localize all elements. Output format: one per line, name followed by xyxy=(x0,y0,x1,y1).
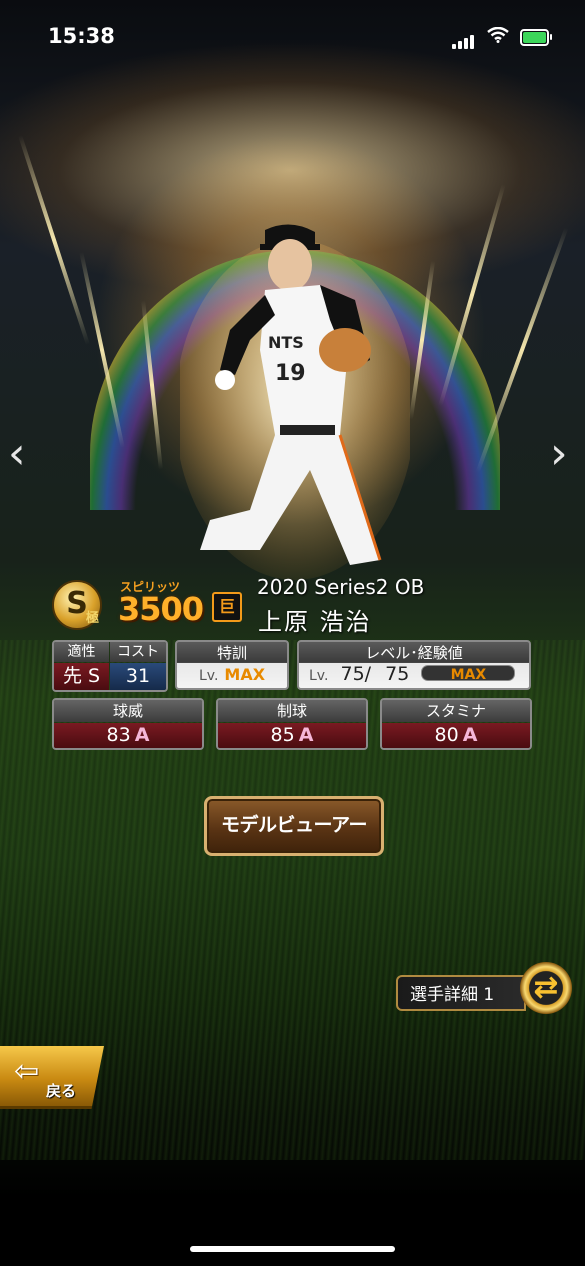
level-box: レベル･経験値 Lv. 75/ 75 MAX xyxy=(297,640,531,690)
player-detail-button[interactable]: 選手詳細 1 xyxy=(396,975,526,1011)
svg-text:19: 19 xyxy=(275,361,306,386)
svg-text:NTS: NTS xyxy=(268,333,304,352)
status-bar: 15:38 xyxy=(0,22,585,54)
stat-label: スタミナ xyxy=(382,700,530,722)
wifi-icon xyxy=(487,27,509,43)
cost-value: 31 xyxy=(110,663,166,690)
stat-velocity: 球威 83 A xyxy=(52,698,204,750)
series-label: 2020 Series2 OB xyxy=(257,575,425,599)
aptitude-label: 適性 xyxy=(54,642,109,662)
training-value: Lv. MAX xyxy=(177,660,287,688)
signal-icon xyxy=(452,30,476,49)
stat-value: 85 xyxy=(270,724,295,746)
level-current: 75/ xyxy=(340,663,372,685)
stat-grade: A xyxy=(462,724,478,746)
player-image: 19 NTS xyxy=(180,224,410,580)
exp-bar: MAX xyxy=(421,664,516,683)
rank-label: 極 xyxy=(86,611,100,626)
aptitude-cost-box: 適性 コスト 先 S 31 xyxy=(52,640,168,692)
stat-value: 80 xyxy=(434,724,459,746)
aptitude-value: 先 S xyxy=(54,663,109,690)
stat-label: 制球 xyxy=(218,700,366,722)
stat-grade: A xyxy=(134,724,150,746)
training-max: MAX xyxy=(224,665,266,684)
back-label: 戻る xyxy=(46,1082,77,1100)
exp-max: MAX xyxy=(450,666,487,683)
level-max: 75 xyxy=(385,663,410,685)
model-viewer-button[interactable]: モデルビューアー xyxy=(204,796,384,856)
level-lv-prefix: Lv. xyxy=(309,668,329,684)
stat-value: 83 xyxy=(106,724,131,746)
stat-grade: A xyxy=(298,724,314,746)
stat-control: 制球 85 A xyxy=(216,698,368,750)
previous-arrow-icon[interactable]: ‹ xyxy=(8,428,26,479)
player-name: 上原 浩治 xyxy=(258,608,372,636)
swap-icon[interactable]: ⇄ xyxy=(520,962,572,1014)
battery-icon xyxy=(520,29,552,46)
status-time: 15:38 xyxy=(48,24,115,48)
back-button[interactable]: ⇦ 戻る xyxy=(0,1046,104,1109)
level-value: Lv. 75/ 75 MAX xyxy=(299,660,529,688)
back-arrow-icon: ⇦ xyxy=(14,1054,40,1089)
cost-label: コスト xyxy=(110,642,166,662)
next-arrow-icon[interactable]: › xyxy=(550,428,568,479)
stat-stamina: スタミナ 80 A xyxy=(380,698,532,750)
team-logo-icon: 巨 xyxy=(212,592,242,622)
stat-label: 球威 xyxy=(54,700,202,722)
training-lv-prefix: Lv. xyxy=(198,668,219,684)
training-box: 特訓 Lv. MAX xyxy=(175,640,289,690)
home-indicator[interactable] xyxy=(190,1246,395,1252)
spirits-value: 3500 xyxy=(118,590,204,628)
